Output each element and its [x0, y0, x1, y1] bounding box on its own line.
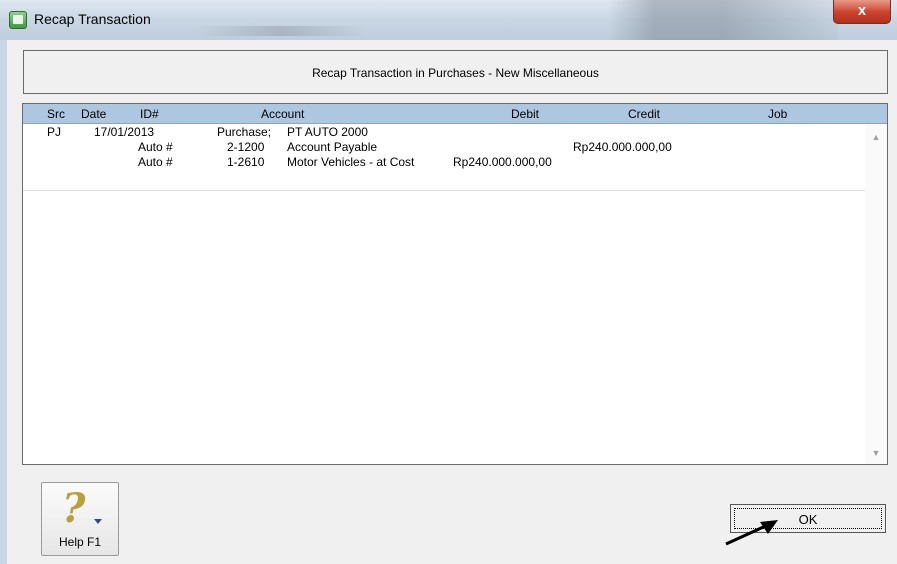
column-header-account[interactable]: Account — [261, 107, 304, 121]
close-button[interactable]: x — [833, 0, 891, 24]
cell-account-name: PT AUTO 2000 — [287, 125, 368, 139]
cell-account-name: Motor Vehicles - at Cost — [287, 155, 415, 169]
pointer-arrow-icon — [725, 520, 778, 546]
header-title: Recap Transaction in Purchases - New Mis… — [312, 66, 599, 80]
cell-account-no: Purchase; — [217, 125, 272, 139]
vertical-scrollbar[interactable]: ▲ ▼ — [865, 124, 887, 464]
table-row[interactable]: Auto # 2-1200 Account Payable Rp240.000.… — [23, 140, 863, 155]
app-icon — [9, 11, 27, 29]
transaction-grid: Src Date ID# Account Debit Credit Job PJ… — [22, 103, 888, 465]
header-panel: Recap Transaction in Purchases - New Mis… — [23, 50, 888, 94]
window-title: Recap Transaction — [34, 11, 151, 27]
column-header-date[interactable]: Date — [81, 107, 106, 121]
cell-account-no: 2-1200 — [227, 140, 265, 154]
window-frame — [0, 40, 7, 564]
cell-date: 17/01/2013 — [94, 125, 155, 139]
column-header-debit[interactable]: Debit — [511, 107, 539, 121]
cell-debit: Rp240.000.000,00 — [453, 155, 552, 169]
cell-src: PJ — [47, 125, 62, 139]
scroll-up-icon[interactable]: ▲ — [869, 130, 883, 144]
column-header-job[interactable]: Job — [768, 107, 787, 121]
background-blur — [608, 0, 838, 40]
help-icon: ? — [62, 485, 86, 532]
cell-id: Auto # — [138, 155, 173, 169]
help-label: Help F1 — [58, 535, 102, 549]
cell-id: Auto # — [138, 140, 173, 154]
grid-header: Src Date ID# Account Debit Credit Job — [23, 104, 887, 124]
scroll-down-icon[interactable]: ▼ — [869, 446, 883, 460]
cell-account-name: Account Payable — [287, 140, 378, 154]
table-row[interactable]: Auto # 1-2610 Motor Vehicles - at Cost R… — [23, 155, 863, 170]
column-header-src[interactable]: Src — [47, 107, 65, 121]
background-blur — [196, 26, 366, 36]
dropdown-caret-icon — [94, 519, 102, 524]
column-header-credit[interactable]: Credit — [628, 107, 660, 121]
cell-credit: Rp240.000.000,00 — [573, 140, 672, 154]
cell-account-no: 1-2610 — [227, 155, 265, 169]
row-divider — [23, 190, 865, 191]
column-header-id[interactable]: ID# — [140, 107, 159, 121]
title-bar[interactable]: Recap Transaction x — [0, 0, 897, 40]
help-button[interactable]: ? Help F1 — [41, 482, 119, 556]
table-row[interactable]: PJ 17/01/2013 Purchase; PT AUTO 2000 — [23, 125, 863, 140]
recap-transaction-window: Recap Transaction x Recap Transaction in… — [0, 0, 897, 564]
